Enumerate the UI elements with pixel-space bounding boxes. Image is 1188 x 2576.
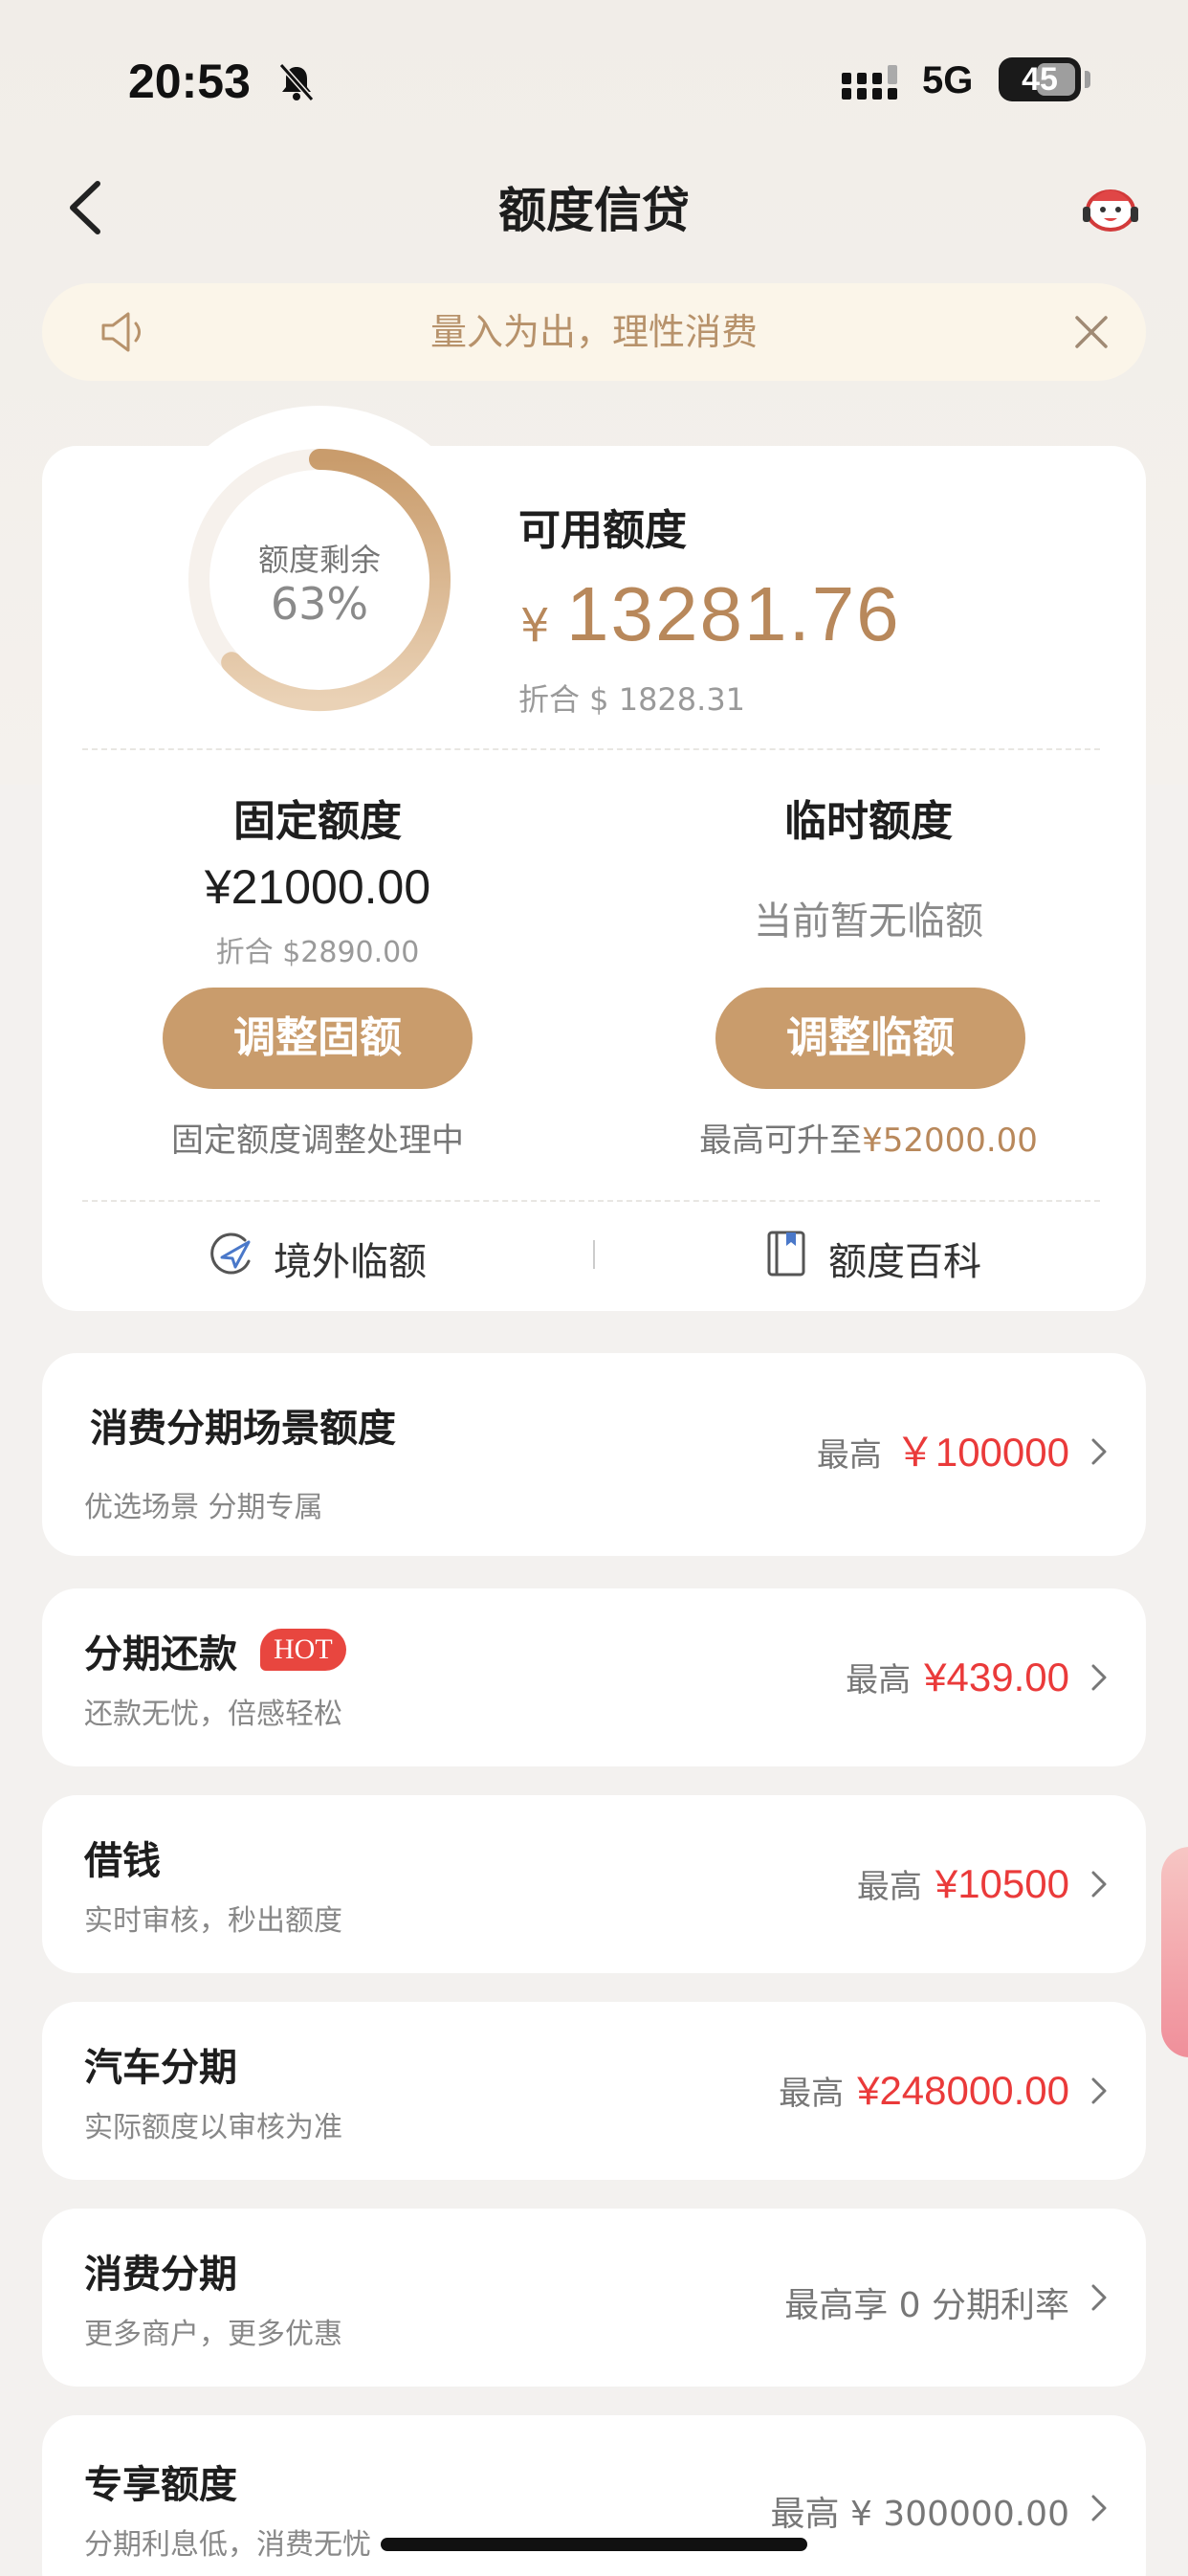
notice-banner: 量入为出，理性消费	[42, 283, 1146, 381]
list-item-exclusive-quota[interactable]: 专享额度 分期利息低，消费无忧 最高 ¥ 300000.00	[42, 2415, 1146, 2576]
quota-wiki-link[interactable]: 额度百科	[761, 1225, 1010, 1284]
bell-off-icon	[278, 63, 315, 101]
list-item-title: 汽车分期	[84, 2046, 237, 2090]
battery-level: 45	[1022, 61, 1058, 98]
list-item-subtitle: 实际额度以审核为准	[84, 2111, 342, 2144]
link-label: 额度百科	[828, 1240, 981, 1284]
chevron-right-icon	[1091, 1438, 1107, 1465]
list-item-value: 最高 ¥10500	[857, 1860, 1069, 1907]
battery-icon: 45	[999, 57, 1081, 101]
value-amount: ¥10500	[935, 1861, 1069, 1906]
list-item-title: 分期还款	[84, 1632, 237, 1677]
customer-service-mascot-icon[interactable]	[1079, 178, 1142, 235]
divider	[82, 1200, 1100, 1202]
list-item-title: 借钱	[84, 1839, 161, 1883]
list-item-value: 最高 ￥100000	[817, 1420, 1069, 1478]
network-type: 5G	[922, 59, 974, 101]
list-item-borrow[interactable]: 借钱 实时审核，秒出额度 最高 ¥10500	[42, 1795, 1146, 1973]
value-prefix: 最高	[856, 1868, 922, 1906]
link-separator	[593, 1240, 595, 1269]
list-item-value: 最高 ¥439.00	[846, 1654, 1069, 1700]
ring-percent: 63%	[270, 578, 369, 630]
adjust-temp-button[interactable]: 调整临额	[715, 988, 1025, 1089]
hot-badge: HOT	[260, 1629, 346, 1671]
value-prefix: 最高	[779, 2075, 845, 2113]
temp-note-amount: ¥52000.00	[862, 1121, 1038, 1160]
overseas-plane-icon	[210, 1232, 251, 1275]
chevron-right-icon	[1091, 2495, 1107, 2521]
list-item-value: 最高 ¥248000.00	[779, 2067, 1069, 2114]
overseas-temp-quota-link[interactable]: 境外临额	[207, 1225, 455, 1284]
temp-quota-note: 最高可升至¥52000.00	[620, 1114, 1117, 1161]
home-indicator[interactable]	[381, 2538, 807, 2551]
list-item-consumer-installment[interactable]: 消费分期 更多商户，更多优惠 最高享 0 分期利率	[42, 2209, 1146, 2387]
available-label: 可用额度	[518, 506, 687, 555]
chevron-right-icon	[1091, 2284, 1107, 2311]
value-amount: ¥439.00	[924, 1654, 1069, 1699]
link-label: 境外临额	[274, 1240, 427, 1284]
list-item-value: 最高 ¥ 300000.00	[771, 2486, 1069, 2536]
notice-text: 量入为出，理性消费	[429, 311, 758, 353]
value-text: 最高享 0 分期利率	[784, 2286, 1069, 2325]
value-amount: ￥100000	[894, 1430, 1069, 1475]
adjust-fixed-button[interactable]: 调整固额	[163, 988, 473, 1089]
status-time: 20:53	[128, 55, 251, 108]
status-bar: 20:53 5G 45	[0, 0, 1188, 144]
list-item-title: 消费分期	[84, 2253, 237, 2297]
floating-promo-widget[interactable]	[1161, 1847, 1188, 2057]
page-title: 额度信贷	[498, 183, 690, 238]
divider	[82, 748, 1100, 750]
list-item-subtitle: 实时审核，秒出额度	[84, 1904, 342, 1938]
chevron-right-icon	[1091, 1871, 1107, 1898]
signal-icon	[842, 65, 897, 100]
list-item-subtitle: 优选场景 分期专属	[84, 1491, 323, 1524]
available-amount: 13281.76	[566, 571, 901, 656]
available-usd: 折合 $ 1828.31	[518, 681, 746, 718]
fixed-quota-amount: ¥21000.00	[204, 860, 431, 914]
value-prefix: 最高	[846, 1661, 912, 1699]
list-item-title: 专享额度	[84, 2463, 237, 2507]
list-item-title: 消费分期场景额度	[90, 1407, 396, 1451]
value-prefix: 最高	[816, 1436, 882, 1475]
battery-tip	[1085, 71, 1090, 88]
chevron-right-icon	[1091, 2077, 1107, 2104]
list-item-value: 最高享 0 分期利率	[784, 2277, 1069, 2327]
temp-quota-title: 临时额度	[784, 797, 953, 846]
close-icon[interactable]	[1071, 312, 1111, 352]
ring-label: 额度剩余	[257, 542, 381, 578]
list-item-subtitle: 更多商户，更多优惠	[84, 2318, 342, 2351]
currency-symbol: ¥	[520, 599, 550, 653]
temp-quota-status: 当前暂无临额	[754, 899, 983, 944]
list-item-subtitle: 还款无忧，倍感轻松	[84, 1698, 342, 1731]
chevron-right-icon	[1091, 1664, 1107, 1691]
fixed-quota-title: 固定额度	[233, 797, 402, 846]
book-icon	[767, 1231, 805, 1277]
fixed-quota-usd: 折合 $2890.00	[215, 936, 420, 969]
fixed-quota-note: 固定额度调整处理中	[171, 1121, 464, 1160]
list-item-installment-repayment[interactable]: 分期还款 HOT 还款无忧，倍感轻松 最高 ¥439.00	[42, 1588, 1146, 1766]
list-item-scenario-installment[interactable]: 消费分期场景额度 优选场景 分期专属 最高 ￥100000	[42, 1353, 1146, 1556]
value-text: 最高 ¥ 300000.00	[770, 2495, 1069, 2534]
list-item-auto-installment[interactable]: 汽车分期 实际额度以审核为准 最高 ¥248000.00	[42, 2002, 1146, 2180]
list-item-subtitle: 分期利息低，消费无忧	[84, 2528, 371, 2562]
temp-note-prefix: 最高可升至	[699, 1121, 863, 1160]
value-amount: ¥248000.00	[857, 2068, 1069, 2113]
